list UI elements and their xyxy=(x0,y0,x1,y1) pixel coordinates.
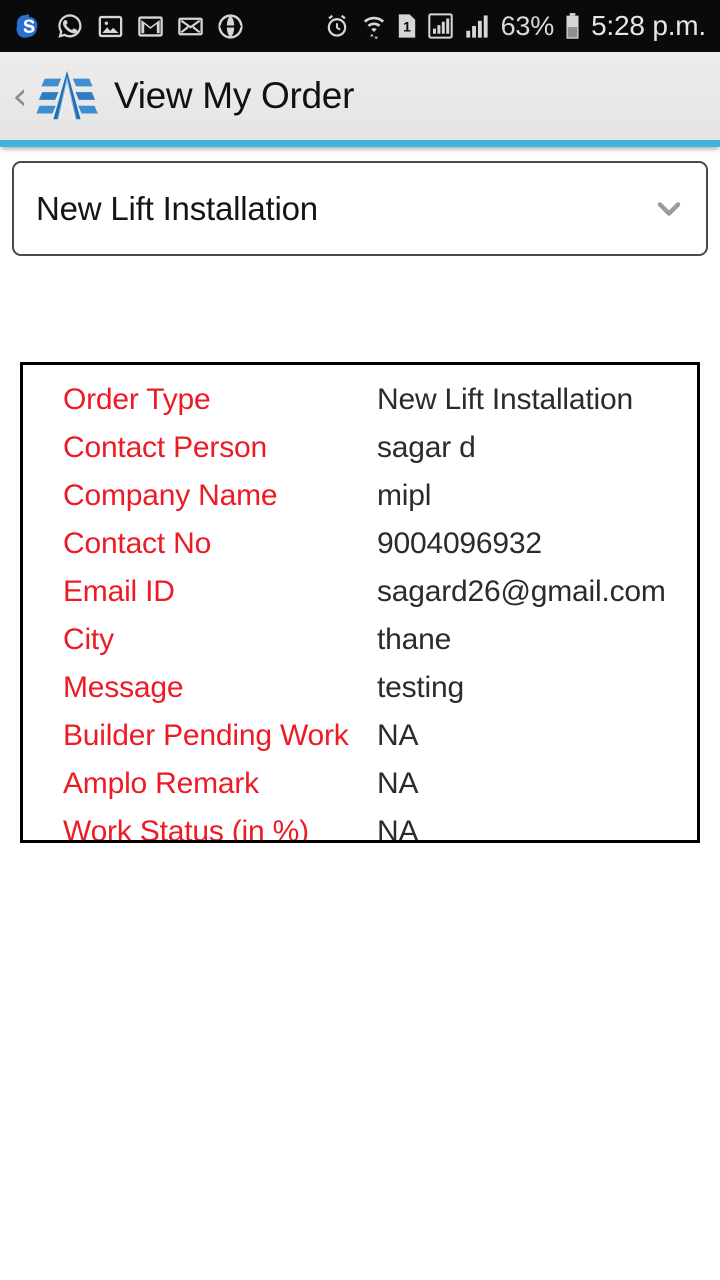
detail-value: New Lift Installation xyxy=(377,383,633,416)
table-row: Amplo Remark NA xyxy=(23,767,697,815)
detail-value: NA xyxy=(377,719,419,752)
email-icon xyxy=(178,17,203,35)
detail-value: testing xyxy=(377,671,464,704)
table-row: Builder Pending Work NA xyxy=(23,719,697,767)
table-row: Email ID sagard26@gmail.com xyxy=(23,575,697,623)
table-row: Message testing xyxy=(23,671,697,719)
table-row: Company Name mipl xyxy=(23,479,697,527)
detail-value: 9004096932 xyxy=(377,527,542,560)
chevron-down-icon[interactable] xyxy=(652,192,686,226)
wifi-icon xyxy=(363,16,384,40)
skype-icon xyxy=(16,14,38,38)
status-system-icons: 1 63% 5:28 p.m. xyxy=(323,12,706,40)
detail-value: thane xyxy=(377,623,452,656)
table-row: Order Type New Lift Installation xyxy=(23,383,697,431)
svg-text:1: 1 xyxy=(403,18,411,34)
detail-value: sagard26@gmail.com xyxy=(377,575,666,608)
status-clock: 5:28 p.m. xyxy=(591,10,706,41)
detail-value: NA xyxy=(377,767,419,800)
detail-label: Order Type xyxy=(63,383,211,416)
detail-value: sagar d xyxy=(377,431,476,464)
app-header: ‹ View My Order xyxy=(0,52,720,140)
gallery-image-icon xyxy=(98,15,123,37)
table-row: Work Status (in %) NA xyxy=(23,815,697,843)
detail-label: Message xyxy=(63,671,184,704)
alarm-clock-icon xyxy=(327,14,346,37)
detail-label: Work Status (in %) xyxy=(63,815,309,843)
detail-label: Company Name xyxy=(63,479,278,512)
signal-bars-boxed-icon xyxy=(427,13,453,39)
gmail-icon xyxy=(138,15,163,37)
battery-icon xyxy=(566,13,579,39)
order-type-selected-value: New Lift Installation xyxy=(36,189,318,227)
table-row: City thane xyxy=(23,623,697,671)
detail-value: NA xyxy=(377,815,419,843)
order-details-container: Order Type New Lift Installation Contact… xyxy=(0,256,720,843)
status-notification-icons xyxy=(14,11,245,41)
battery-percent-label: 63% xyxy=(500,10,555,41)
order-type-dropdown[interactable]: New Lift Installation xyxy=(12,161,708,256)
table-row: Contact Person sagar d xyxy=(23,431,697,479)
detail-label: Contact No xyxy=(63,527,212,560)
amplo-lift-logo xyxy=(36,70,98,120)
detail-label: City xyxy=(63,623,114,656)
sim-card-1-icon: 1 xyxy=(398,14,415,38)
detail-label: Amplo Remark xyxy=(63,767,259,800)
page-title: View My Order xyxy=(114,75,355,116)
order-details-card: Order Type New Lift Installation Contact… xyxy=(20,362,700,843)
table-row: Contact No 9004096932 xyxy=(23,527,697,575)
opera-mini-icon xyxy=(218,13,243,39)
detail-label: Builder Pending Work xyxy=(63,719,349,752)
detail-label: Contact Person xyxy=(63,431,267,464)
status-bar[interactable]: 1 63% 5:28 p.m. xyxy=(0,0,720,52)
order-selector-container: New Lift Installation xyxy=(0,147,720,256)
header-accent-line xyxy=(0,140,720,147)
whatsapp-icon xyxy=(58,14,82,38)
detail-value: mipl xyxy=(377,479,432,512)
back-button[interactable]: ‹ xyxy=(6,72,34,120)
signal-bars-icon xyxy=(465,15,488,38)
detail-label: Email ID xyxy=(63,575,175,608)
